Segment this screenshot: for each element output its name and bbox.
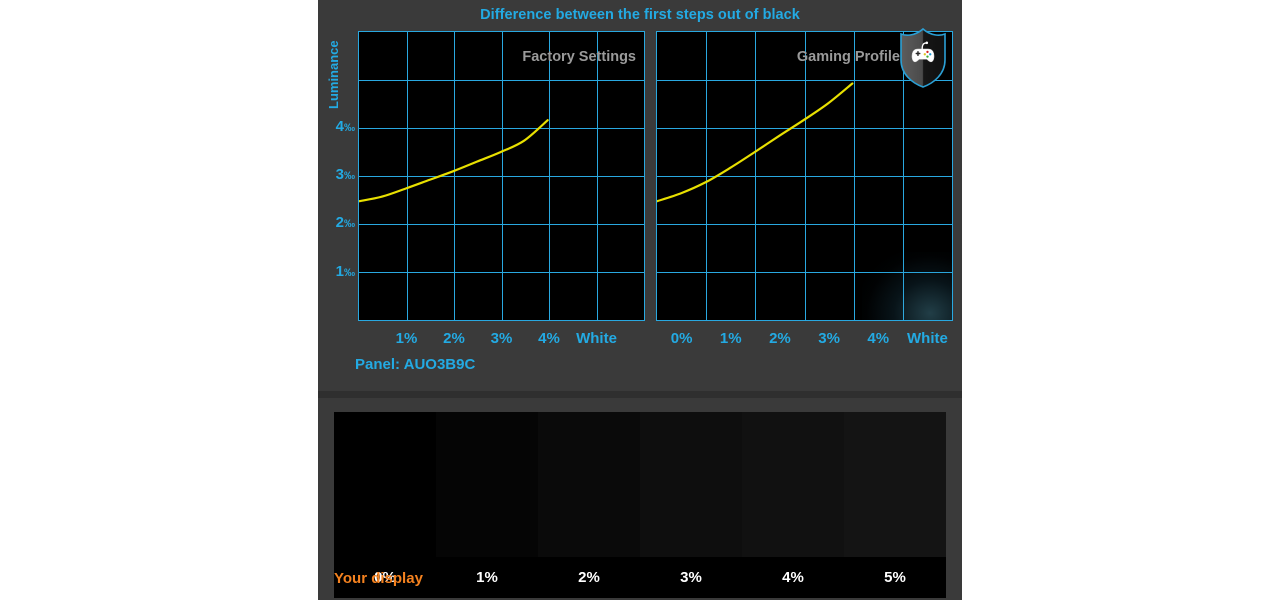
curve-path: [359, 119, 549, 203]
gradient-swatch: [742, 412, 844, 557]
x-axis-tick: White: [906, 330, 948, 347]
y-tick-value: 3: [335, 166, 344, 183]
y-axis-tick: 1‰: [318, 264, 355, 279]
y-tick-unit: ‰: [344, 121, 355, 134]
gradient-swatch-label: 1%: [476, 569, 498, 586]
x-axis-tick: 2%: [769, 330, 791, 347]
screenshot-root: Difference between the first steps out o…: [0, 0, 1280, 600]
gradient-swatch-label: 3%: [680, 569, 702, 586]
y-axis-tick: 2‰: [318, 215, 355, 230]
chart-label-gaming-profile: Gaming Profile: [796, 49, 900, 65]
luminance-curve-factory-settings: [359, 119, 549, 203]
panel-info: Panel: AUO3B9C: [355, 356, 476, 373]
y-tick-unit: ‰: [344, 218, 355, 231]
page-title: Difference between the first steps out o…: [480, 7, 800, 23]
y-axis-tick: 4‰: [318, 119, 355, 134]
gradient-swatch: [334, 412, 436, 557]
x-axis-tick: 1%: [395, 330, 418, 347]
gradient-swatch: [436, 412, 538, 557]
curve-path: [657, 82, 854, 203]
gradient-swatch-label: 4%: [782, 569, 804, 586]
x-axis-tick: 3%: [490, 330, 513, 347]
x-axis-tick: White: [576, 330, 617, 347]
your-display-caption: Your display: [334, 570, 423, 587]
x-axis-tick: 2%: [443, 330, 465, 347]
x-axis-tick: 4%: [538, 330, 560, 347]
x-axis-tick: 4%: [867, 330, 890, 347]
x-axis-tick: 1%: [719, 330, 742, 347]
gradient-swatch: [640, 412, 742, 557]
gradient-strip-labels: 0% 1% 2% 3% 4% 5%: [334, 557, 946, 598]
y-tick-unit: ‰: [344, 266, 355, 279]
gradient-swatch: [538, 412, 640, 557]
chart-factory-settings: Factory Settings: [358, 31, 645, 321]
y-tick-unit: ‰: [344, 170, 355, 182]
y-tick-value: 1: [335, 262, 344, 280]
panel-divider: [318, 391, 962, 398]
chart-label-factory-settings: Factory Settings: [522, 49, 636, 65]
x-axis-tick: 0%: [670, 330, 693, 347]
gradient-swatch-label: 2%: [578, 569, 600, 586]
y-axis-tick: 3‰: [318, 167, 355, 182]
y-axis-title: Luminance: [326, 40, 341, 110]
y-tick-value: 4: [335, 117, 344, 135]
gradient-swatch: [844, 412, 946, 557]
gradient-strip: [334, 412, 946, 557]
y-tick-value: 2: [335, 214, 344, 232]
x-axis-tick: 3%: [818, 330, 840, 347]
shield-gamepad-icon: [897, 27, 949, 89]
gradient-swatch-label: 5%: [884, 569, 906, 586]
